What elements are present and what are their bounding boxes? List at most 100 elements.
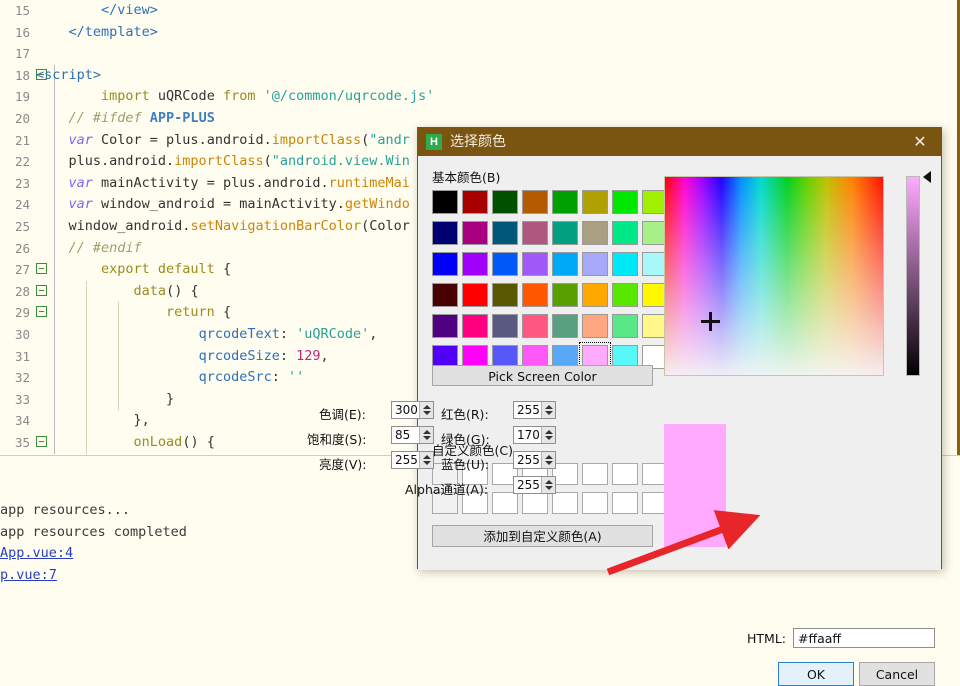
alpha-spinbox[interactable] — [513, 476, 556, 494]
basic-color-swatch[interactable] — [432, 252, 458, 276]
code-token: '@/common/uqrcode.js' — [263, 88, 435, 105]
code-text: var window_android = mainActivity.getWin… — [36, 194, 410, 216]
console-link[interactable]: p.vue:7 — [0, 565, 57, 587]
color-picker-crosshair-icon[interactable] — [701, 312, 720, 331]
line-number: 34 — [14, 413, 30, 429]
code-line[interactable]: 18 <script> — [0, 64, 960, 87]
basic-color-swatch[interactable] — [462, 283, 488, 307]
basic-color-swatch[interactable] — [462, 221, 488, 245]
blue-input[interactable] — [514, 452, 544, 468]
cancel-button[interactable]: Cancel — [859, 662, 935, 686]
green-input[interactable] — [514, 427, 544, 443]
console-link[interactable]: App.vue:4 — [0, 543, 73, 565]
code-token: { — [222, 304, 232, 321]
code-line[interactable]: 16 </template> — [0, 22, 960, 44]
saturation-value-field[interactable] — [664, 176, 884, 376]
code-token: : — [279, 326, 297, 342]
alpha-stepper-arrows-icon[interactable] — [541, 477, 555, 493]
value-slider[interactable] — [906, 176, 920, 376]
basic-color-swatch[interactable] — [612, 283, 638, 307]
hue-input[interactable] — [392, 402, 422, 418]
blue-spinbox[interactable] — [513, 451, 556, 469]
basic-color-swatch[interactable] — [492, 252, 518, 276]
line-number: 23 — [14, 175, 30, 191]
close-icon[interactable]: ✕ — [909, 132, 931, 152]
basic-color-swatch[interactable] — [582, 314, 608, 338]
ok-button[interactable]: OK — [778, 662, 854, 686]
basic-color-swatch[interactable] — [492, 314, 518, 338]
line-number: 33 — [14, 391, 30, 407]
basic-color-swatch[interactable] — [612, 221, 638, 245]
basic-color-swatch[interactable] — [552, 283, 578, 307]
html-color-input[interactable] — [793, 628, 935, 648]
saturation-spinbox[interactable] — [391, 426, 434, 444]
basic-color-swatch[interactable] — [522, 190, 548, 214]
value-slider-marker-icon[interactable] — [923, 171, 931, 183]
code-token: // #ifdef — [36, 110, 150, 126]
saturation-stepper-arrows-icon[interactable] — [419, 427, 433, 443]
red-stepper-arrows-icon[interactable] — [541, 402, 555, 418]
code-line[interactable]: 15 </view> — [0, 0, 960, 22]
red-spinbox[interactable] — [513, 401, 556, 419]
add-to-custom-colors-button[interactable]: 添加到自定义颜色(A) — [432, 525, 653, 547]
value-stepper-arrows-icon[interactable] — [419, 452, 433, 468]
custom-color-swatch[interactable] — [612, 463, 638, 485]
basic-color-swatch[interactable] — [462, 190, 488, 214]
value-spinbox[interactable] — [391, 451, 434, 469]
basic-color-swatch[interactable] — [432, 314, 458, 338]
blue-stepper-arrows-icon[interactable] — [541, 452, 555, 468]
pick-screen-color-button[interactable]: Pick Screen Color — [432, 365, 653, 386]
alpha-input[interactable] — [514, 477, 544, 493]
basic-color-swatch[interactable] — [552, 314, 578, 338]
code-text: export default { — [36, 259, 231, 281]
code-text: var Color = plus.android.importClass("an… — [36, 130, 410, 152]
line-number: 25 — [14, 219, 30, 234]
dialog-titlebar[interactable]: H 选择颜色 ✕ — [418, 128, 941, 156]
code-line[interactable]: 17 — [0, 43, 960, 65]
basic-color-swatch[interactable] — [432, 221, 458, 245]
saturation-input[interactable] — [392, 427, 422, 443]
code-token: : — [279, 347, 297, 364]
line-number: 29 — [14, 305, 30, 321]
basic-color-swatch[interactable] — [492, 190, 518, 214]
basic-color-swatch[interactable] — [522, 252, 548, 276]
code-token: getWindo — [344, 196, 410, 213]
basic-color-swatch[interactable] — [582, 190, 608, 214]
custom-color-swatch[interactable] — [582, 492, 608, 514]
basic-color-swatch[interactable] — [492, 221, 518, 245]
basic-color-swatch[interactable] — [582, 221, 608, 245]
hue-stepper-arrows-icon[interactable] — [419, 402, 433, 418]
custom-color-swatch[interactable] — [492, 492, 518, 514]
basic-color-swatch[interactable] — [612, 190, 638, 214]
basic-color-swatch[interactable] — [582, 252, 608, 276]
basic-color-swatch[interactable] — [432, 283, 458, 307]
basic-color-swatch[interactable] — [612, 252, 638, 276]
red-input[interactable] — [514, 402, 544, 418]
basic-color-swatch[interactable] — [552, 252, 578, 276]
basic-color-swatch[interactable] — [612, 314, 638, 338]
green-stepper-arrows-icon[interactable] — [541, 427, 555, 443]
basic-color-swatch[interactable] — [582, 283, 608, 307]
basic-color-swatch[interactable] — [522, 221, 548, 245]
basic-color-swatch[interactable] — [522, 283, 548, 307]
basic-color-swatch[interactable] — [492, 283, 518, 307]
basic-color-swatch[interactable] — [432, 190, 458, 214]
code-text: qrcodeText: 'uQRCode', — [36, 324, 378, 346]
green-spinbox[interactable] — [513, 426, 556, 444]
basic-color-swatch[interactable] — [462, 252, 488, 276]
code-token: runtimeMai — [328, 174, 410, 191]
custom-color-swatch[interactable] — [612, 492, 638, 514]
custom-color-swatch[interactable] — [582, 463, 608, 485]
basic-colors-grid[interactable] — [432, 190, 672, 376]
code-line[interactable]: 19 import uQRCode from '@/common/uqrcode… — [0, 86, 960, 108]
custom-color-swatch[interactable] — [552, 492, 578, 514]
custom-color-swatch[interactable] — [522, 492, 548, 514]
hue-spinbox[interactable] — [391, 401, 434, 419]
basic-color-swatch[interactable] — [552, 221, 578, 245]
basic-color-swatch[interactable] — [552, 190, 578, 214]
basic-color-swatch[interactable] — [462, 314, 488, 338]
value-input[interactable] — [392, 452, 422, 468]
basic-color-swatch[interactable] — [522, 314, 548, 338]
